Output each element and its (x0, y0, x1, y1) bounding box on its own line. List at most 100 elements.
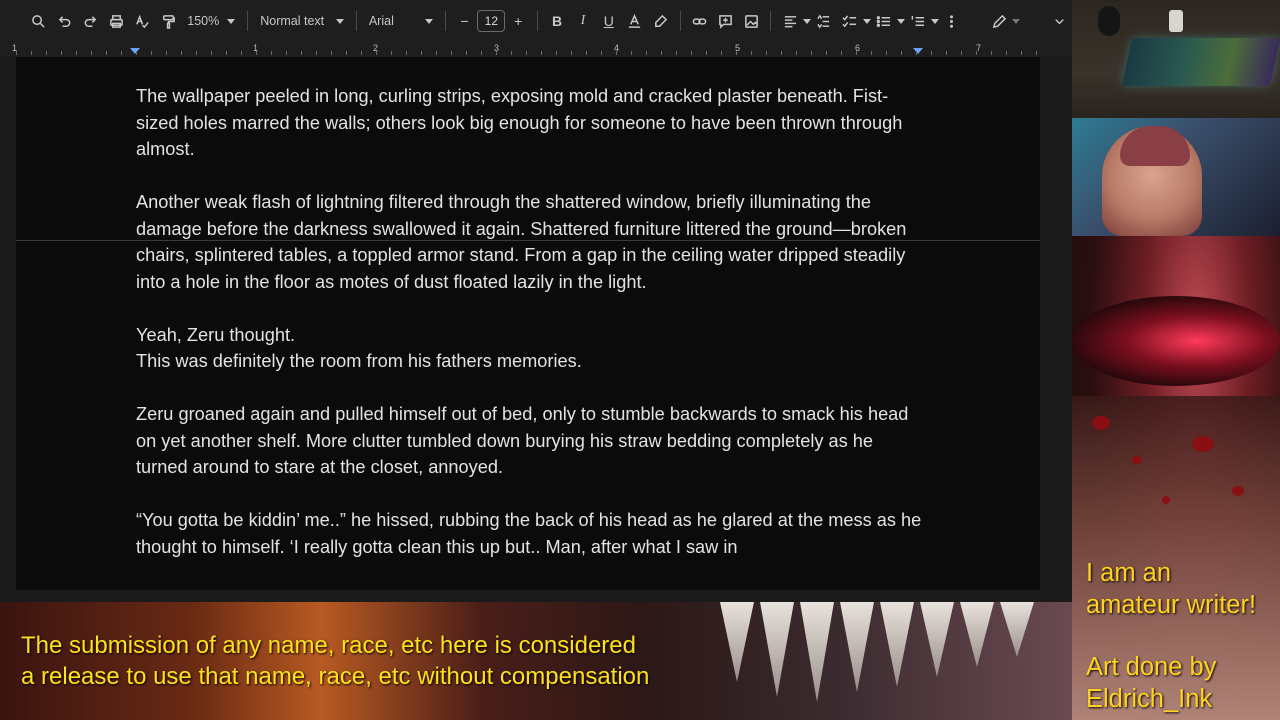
plus-icon: + (514, 13, 523, 29)
ruler-tick (496, 51, 497, 55)
note-line: Eldrich_Ink (1086, 684, 1213, 713)
ruler-tick (946, 51, 947, 55)
toolbar-divider (537, 11, 539, 31)
docs-editor: 150% Normal text Arial − 12 + B I U 1 1 … (0, 0, 1072, 602)
undo-button[interactable] (52, 8, 78, 34)
hide-menus-button[interactable] (1046, 8, 1072, 34)
blood-splatter (1232, 486, 1244, 496)
horizontal-ruler[interactable]: 1 1 2 3 4 5 6 7 (0, 42, 1072, 57)
ruler-tick (1021, 51, 1022, 55)
right-indent-marker[interactable] (913, 48, 923, 54)
left-indent-marker[interactable] (130, 48, 140, 54)
style-value: Normal text (260, 14, 325, 28)
zoom-select[interactable]: 150% (181, 8, 241, 34)
bulleted-list-button[interactable] (871, 8, 897, 34)
checklist-icon (842, 14, 857, 27)
ruler-tick (61, 51, 62, 55)
vertical-scrollbar[interactable] (1062, 57, 1072, 602)
ruler-tick (691, 51, 692, 55)
chevron-down-icon[interactable] (1012, 18, 1021, 24)
underline-icon: U (603, 13, 614, 29)
ruler-tick (781, 51, 782, 55)
ruler-tick (106, 51, 107, 55)
redo-icon (84, 15, 97, 27)
numbered-list-button[interactable] (905, 8, 931, 34)
hair-image (1120, 126, 1190, 166)
chevron-down-icon[interactable] (930, 18, 939, 24)
document-canvas[interactable]: The wallpaper peeled in long, curling st… (0, 57, 1072, 602)
paragraph[interactable]: “You gotta be kiddin’ me..” he hissed, r… (136, 507, 926, 560)
ruler-tick (406, 51, 407, 55)
decrease-font-size-button[interactable]: − (452, 8, 478, 34)
paragraph[interactable]: Yeah, Zeru thought. (136, 322, 926, 349)
chevron-down-icon[interactable] (862, 18, 871, 24)
paragraph[interactable]: This was definitely the room from his fa… (136, 348, 926, 375)
ruler-tick (451, 51, 452, 55)
ruler-tick (871, 51, 872, 55)
ruler-tick (166, 51, 167, 55)
highlight-button[interactable] (648, 8, 674, 34)
keyboard-image (1121, 38, 1280, 86)
more-options-button[interactable] (939, 8, 965, 34)
insert-link-button[interactable] (687, 8, 713, 34)
chevron-down-icon[interactable] (896, 18, 905, 24)
line-spacing-button[interactable] (811, 8, 837, 34)
document-page[interactable]: The wallpaper peeled in long, curling st… (16, 57, 1040, 590)
ruler-tick (991, 51, 992, 55)
toolbar-divider (770, 11, 772, 31)
ruler-tick (196, 51, 197, 55)
paragraph[interactable]: The wallpaper peeled in long, curling st… (136, 83, 926, 163)
tooth (920, 602, 954, 677)
italic-button[interactable]: I (570, 8, 596, 34)
ruler-tick (961, 51, 962, 55)
ruler-tick (736, 51, 737, 55)
search-menus-button[interactable] (26, 8, 52, 34)
ruler-tick (376, 51, 377, 55)
ruler-tick (301, 51, 302, 55)
checklist-button[interactable] (837, 8, 863, 34)
tooth (960, 602, 994, 667)
ruler-tick (886, 51, 887, 55)
ruler-tick (391, 51, 392, 55)
more-vert-icon (949, 14, 953, 28)
add-comment-button[interactable] (712, 8, 738, 34)
font-select[interactable]: Arial (363, 8, 439, 34)
ruler-tick (901, 51, 902, 55)
ruler-tick (601, 51, 602, 55)
blood-splatter (1132, 456, 1142, 464)
print-button[interactable] (104, 8, 130, 34)
paint-format-button[interactable] (155, 8, 181, 34)
ruler-tick (241, 51, 242, 55)
ruler-tick (226, 51, 227, 55)
chevron-down-icon[interactable] (803, 18, 812, 24)
ruler-tick (526, 51, 527, 55)
ruler-tick (571, 51, 572, 55)
toolbar-divider (679, 11, 681, 31)
ruler-tick (811, 51, 812, 55)
ruler-tick (511, 51, 512, 55)
font-size-input[interactable]: 12 (477, 10, 506, 32)
underline-button[interactable]: U (596, 8, 622, 34)
bold-button[interactable]: B (544, 8, 570, 34)
align-button[interactable] (777, 8, 803, 34)
insert-image-button[interactable] (738, 8, 764, 34)
ruler-tick (421, 51, 422, 55)
editing-mode-button[interactable] (986, 8, 1012, 34)
document-body[interactable]: The wallpaper peeled in long, curling st… (136, 83, 926, 587)
ruler-tick (916, 51, 917, 55)
disclaimer-line: a release to use that name, race, etc wi… (21, 663, 650, 690)
ruler-tick (121, 51, 122, 55)
paragraph[interactable]: Zeru groaned again and pulled himself ou… (136, 401, 926, 481)
link-icon (692, 17, 707, 25)
note-line: Art done by (1086, 653, 1217, 681)
ruler-tick (751, 51, 752, 55)
spellcheck-button[interactable] (130, 8, 156, 34)
increase-font-size-button[interactable]: + (505, 8, 531, 34)
ruler-tick (1036, 51, 1037, 55)
style-select[interactable]: Normal text (254, 8, 350, 34)
text-color-button[interactable] (622, 8, 648, 34)
paragraph[interactable]: Another weak flash of lightning filtered… (136, 189, 926, 295)
redo-button[interactable] (78, 8, 104, 34)
ruler-tick (16, 51, 17, 55)
ruler-tick (766, 51, 767, 55)
